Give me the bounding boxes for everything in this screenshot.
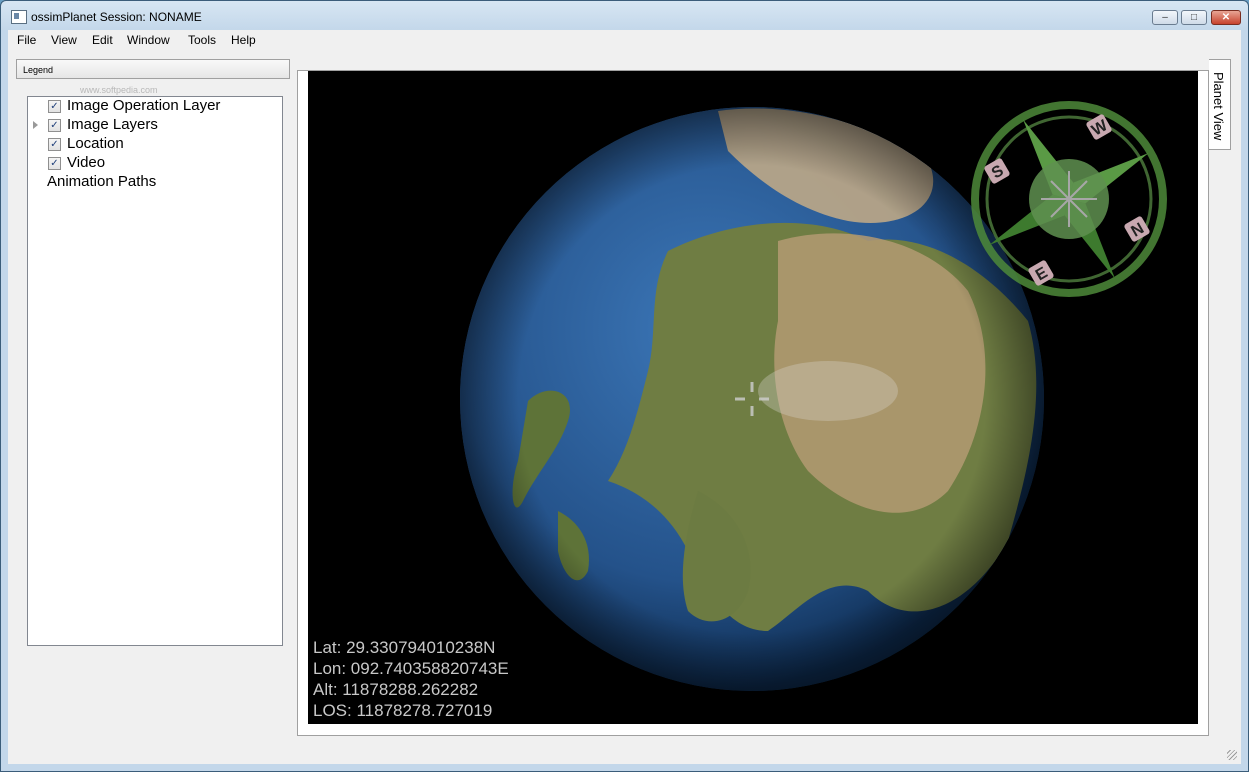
checkbox-location[interactable]: ✓ bbox=[48, 138, 61, 151]
tab-label: Planet View bbox=[1211, 72, 1226, 141]
tree-label: Image Layers bbox=[67, 116, 158, 133]
menu-tools[interactable]: Tools bbox=[188, 33, 216, 47]
hud-altitude: Alt: 11878288.262282 bbox=[313, 680, 479, 699]
hud-longitude: Lon: 092.740358820743E bbox=[313, 659, 509, 678]
globe-render: N E S W bbox=[460, 101, 1167, 691]
client-area: File View Edit Window Tools Help Legend … bbox=[8, 30, 1241, 764]
watermark: www.softpedia.com bbox=[80, 85, 158, 95]
hud-line-of-sight: LOS: 11878278.727019 bbox=[313, 701, 493, 720]
tree-item-location[interactable]: ✓ Location bbox=[28, 135, 282, 154]
expand-arrow-icon[interactable] bbox=[33, 121, 38, 129]
hud-latitude: Lat: 29.330794010238N bbox=[313, 638, 496, 657]
resize-grip-icon[interactable] bbox=[1227, 750, 1237, 760]
tree-item-image-layers[interactable]: ✓ Image Layers bbox=[28, 116, 282, 135]
legend-tree[interactable]: ✓ Image Operation Layer ✓ Image Layers ✓… bbox=[27, 96, 283, 646]
tree-label: Animation Paths bbox=[47, 173, 157, 190]
window-title: ossimPlanet Session: NONAME bbox=[31, 10, 202, 24]
checkbox-image-layers[interactable]: ✓ bbox=[48, 119, 61, 132]
title-bar[interactable]: ossimPlanet Session: NONAME – □ ✕ bbox=[1, 1, 1248, 31]
close-button[interactable]: ✕ bbox=[1211, 10, 1241, 25]
tree-item-animation-paths[interactable]: Animation Paths bbox=[28, 173, 282, 192]
menu-bar: File View Edit Window Tools Help bbox=[8, 30, 1241, 49]
legend-header[interactable]: Legend www.softpedia.com bbox=[16, 59, 290, 95]
compass-letter-s: S bbox=[984, 158, 1010, 184]
maximize-button[interactable]: □ bbox=[1181, 10, 1207, 25]
tab-planet-view[interactable]: Planet View bbox=[1209, 59, 1231, 150]
menu-view[interactable]: View bbox=[51, 33, 77, 47]
checkbox-video[interactable]: ✓ bbox=[48, 157, 61, 170]
compass-letter-n: N bbox=[1124, 216, 1150, 242]
tree-label: Location bbox=[67, 135, 124, 152]
tree-label: Video bbox=[67, 154, 106, 171]
menu-file[interactable]: File bbox=[17, 33, 36, 47]
app-icon bbox=[11, 10, 27, 24]
checkbox-image-operation-layer[interactable]: ✓ bbox=[48, 100, 61, 113]
minimize-button[interactable]: – bbox=[1152, 10, 1178, 25]
menu-window[interactable]: Window bbox=[127, 33, 170, 47]
menu-edit[interactable]: Edit bbox=[92, 33, 113, 47]
app-window: ossimPlanet Session: NONAME – □ ✕ File V… bbox=[0, 0, 1249, 772]
menu-help[interactable]: Help bbox=[231, 33, 256, 47]
tree-item-video[interactable]: ✓ Video bbox=[28, 154, 282, 173]
legend-title: Legend bbox=[23, 65, 54, 75]
planet-viewport[interactable]: N E S W Lat: 29.330794010238N Lon: 092.7… bbox=[308, 71, 1198, 724]
globe bbox=[460, 107, 1044, 691]
tree-label: Image Operation Layer bbox=[67, 97, 221, 114]
tree-item-image-operation-layer[interactable]: ✓ Image Operation Layer bbox=[28, 97, 282, 116]
